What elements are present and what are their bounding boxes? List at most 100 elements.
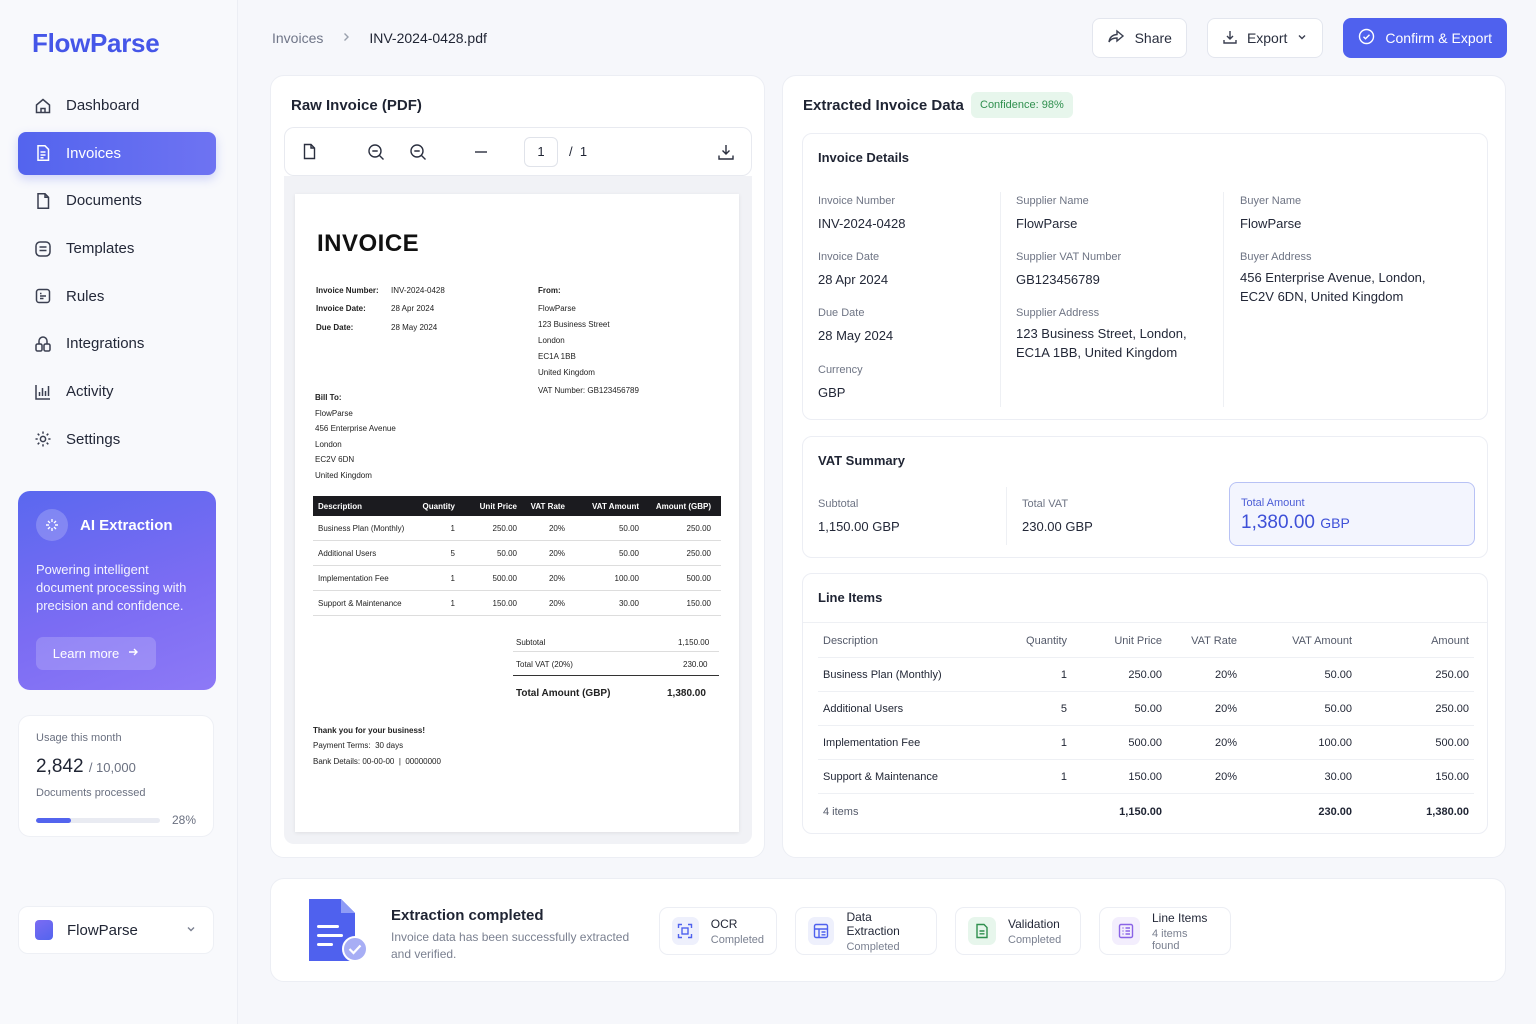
from-line: EC1A 1BB [538,352,576,361]
chevron-right-icon [341,31,351,45]
thanks-note: Thank you for your business! [313,726,426,735]
ocr-icon [672,917,699,945]
table-footer: 4 items 1,150.00 230.00 1,380.00 [818,794,1474,830]
field-value[interactable]: INV-2024-0428 [818,214,905,233]
extraction-status-panel: Extraction completed Invoice data has be… [270,878,1506,982]
field-label: Total Amount [1241,497,1305,509]
field-invoice-number: Invoice Number INV-2024-0428 [818,195,905,233]
total-amount-value[interactable]: 1,380.00 GBP [1241,512,1463,534]
table-row[interactable]: Support & Maintenance 1 150.00 20% 30.00 150.… [818,760,1474,794]
download-icon[interactable] [717,143,735,161]
field-value[interactable]: GB123456789 [1016,270,1121,289]
field-supplier-name: Supplier Name FlowParse [1016,195,1089,233]
field-value[interactable]: FlowParse [1240,214,1301,233]
pdf-viewer[interactable]: INVOICE Invoice Number: INV-2024-0428 In… [284,176,752,844]
cell: 50.00 [1324,668,1352,681]
divider [1223,192,1224,407]
table-row[interactable]: Additional Users 5 50.00 20% 50.00 250.00 [818,692,1474,726]
field-value[interactable]: 230.00 GBP [1022,517,1093,536]
line-items-title: Line Items [818,590,883,605]
from-line: 123 Business Street [538,320,610,329]
ai-card-title: AI Extraction [80,516,173,534]
raw-invoice-panel: Raw Invoice (PDF) 1 / 1 INVOICE Invoice … [270,75,765,858]
usage-card: Usage this month 2,842 / 10,000 Document… [18,715,214,837]
sidebar-item-settings[interactable]: Settings [18,418,216,461]
cell: 50.00 [618,548,639,558]
zoom-out-icon[interactable] [367,143,385,161]
column-header: Unit Price [1114,634,1162,647]
cell: Support & Maintenance [823,770,938,783]
cell: 20% [548,573,565,583]
minus-icon[interactable] [473,144,489,160]
amount-total: 1,380.00 [1426,806,1469,818]
cell: 1 [1060,770,1067,783]
cell: Business Plan (Monthly) [318,523,405,533]
field-value[interactable]: 28 Apr 2024 [818,270,888,289]
export-dropdown[interactable]: Export [1206,18,1324,58]
top-bar: Invoices INV-2024-0428.pdf Share Export … [272,18,1507,58]
column-header: Amount (GBP) [655,501,711,511]
cell: 20% [1214,702,1237,715]
sidebar-item-templates[interactable]: Templates [18,227,216,270]
total-amount-box: Total Amount 1,380.00 GBP [1229,482,1475,546]
column-header: Quantity [1026,634,1067,647]
cell: 1 [450,523,455,533]
share-button[interactable]: Share [1091,18,1187,58]
sidebar-item-dashboard[interactable]: Dashboard [18,84,216,127]
cell: 5 [450,548,455,558]
cell: 500.00 [1128,736,1162,749]
field-invoice-date: Invoice Date 28 Apr 2024 [818,251,888,289]
cell: Additional Users [823,702,904,715]
sidebar-item-activity[interactable]: Activity [18,370,216,413]
total-amount: 1,380.00 [1241,512,1315,533]
invoice-heading: INVOICE [317,230,420,257]
sidebar-item-integrations[interactable]: Integrations [18,322,216,365]
learn-more-button[interactable]: Learn more [36,637,156,670]
step-line-items: Line Items 4 items found [1099,907,1231,955]
from-label: From: [538,286,561,295]
cell: 150.00 [686,598,711,608]
table-row[interactable]: Business Plan (Monthly) 1 250.00 20% 50.00 25… [818,658,1474,692]
zoom-in-icon[interactable] [409,143,427,161]
field-value[interactable]: FlowParse [1016,214,1089,233]
field-value[interactable]: 456 Enterprise Avenue, London, EC2V 6DN,… [1240,268,1440,306]
home-icon [34,97,52,115]
app-logo[interactable]: FlowParse [32,28,160,59]
export-label: Export [1246,30,1288,46]
step-title: OCR [710,916,738,931]
sidebar-item-rules[interactable]: Rules [18,275,216,318]
breadcrumb-current: INV-2024-0428.pdf [369,30,487,46]
vat-amount-total: 230.00 [1318,806,1352,818]
column-header: Description [318,501,363,511]
divider [803,622,1487,623]
step-title: Data Extraction [846,909,900,938]
confirm-export-button[interactable]: Confirm & Export [1343,18,1507,58]
sidebar-item-invoices[interactable]: Invoices [18,131,216,175]
usage-progress-fill [36,817,71,823]
share-label: Share [1134,30,1172,46]
workspace-switcher[interactable]: FlowParse [18,906,214,954]
divider [513,651,719,652]
payment-terms: Payment Terms: 30 days [313,741,404,750]
field-value[interactable]: GBP [818,383,863,402]
cell: 100.00 [614,573,639,583]
meta-value: INV-2024-0428 [391,286,445,295]
file-icon[interactable] [301,143,318,160]
sidebar-item-label: Integrations [66,335,145,353]
divider [1006,487,1007,545]
field-value[interactable]: 28 May 2024 [818,326,893,345]
meta-label: Invoice Date: [316,304,366,313]
table-row[interactable]: Implementation Fee 1 500.00 20% 100.00 500.00 [818,726,1474,760]
divider [513,675,719,676]
field-label: Total VAT [1022,498,1069,510]
field-buyer-address: Buyer Address 456 Enterprise Avenue, Lon… [1240,251,1440,306]
cell: 20% [1214,770,1237,783]
field-value[interactable]: 123 Business Street, London, EC1A 1BB, U… [1016,324,1196,362]
cell: Business Plan (Monthly) [823,668,942,681]
cell: 500.00 [1435,736,1469,749]
page-number-input[interactable]: 1 [524,136,558,167]
breadcrumb-invoices[interactable]: Invoices [272,30,323,46]
usage-value: 2,842 / 10,000 [36,756,196,778]
field-value[interactable]: 1,150.00 GBP [818,517,900,536]
sidebar-item-documents[interactable]: Documents [18,179,216,222]
